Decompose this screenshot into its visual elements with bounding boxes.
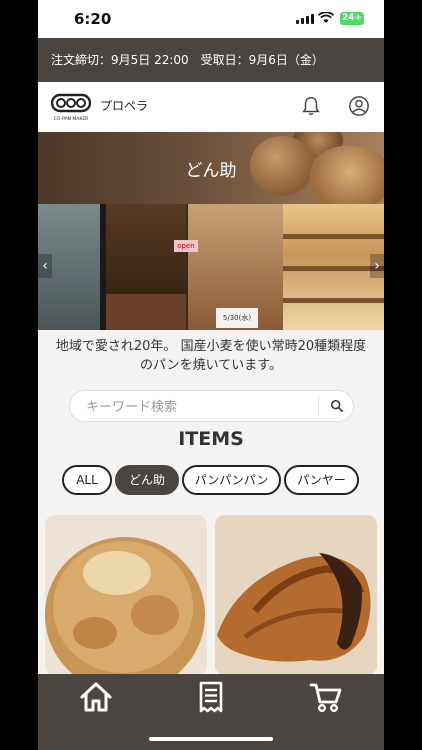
shop-description: 地域で愛され20年。 国産小麦を使い常時20種類程度のパンを焼いています。 <box>55 339 367 373</box>
order-deadline-notice: 注文締切：9月5日 22:00 受取日：9月6日（金） <box>38 38 384 82</box>
category-chip-donsuke[interactable]: どん助 <box>115 465 179 495</box>
bottom-navigation <box>38 674 384 750</box>
shop-photo-carousel[interactable]: open 5/30(水) ‹ › <box>38 204 384 330</box>
category-chip-all[interactable]: ALL <box>62 465 112 495</box>
search-divider <box>318 397 319 415</box>
cart-icon[interactable] <box>309 680 343 714</box>
bell-icon[interactable] <box>300 95 322 117</box>
carousel-prev-icon[interactable]: ‹ <box>38 254 52 278</box>
wifi-icon <box>318 12 334 23</box>
account-icon[interactable] <box>348 95 370 117</box>
shop-name: プロペラ <box>100 99 149 113</box>
home-indicator <box>149 737 273 741</box>
shop-banner: どん助 <box>38 132 384 204</box>
croissant-image <box>215 515 377 675</box>
price-card: 5/30(水) <box>216 308 258 328</box>
category-chip-panpanpan[interactable]: パンパンパン <box>182 465 281 495</box>
home-icon[interactable] <box>79 680 113 714</box>
signal-icon <box>296 14 314 24</box>
status-time: 6:20 <box>74 10 112 28</box>
logo-text: CO-PAN MAKER <box>54 116 89 122</box>
logo-icon: CO-PAN MAKER <box>51 93 91 122</box>
app-screen: 6:20 24+ 注文締切：9月5日 22:00 受取日：9月6日（金） CO-… <box>38 0 384 750</box>
carousel-next-icon[interactable]: › <box>370 254 384 278</box>
battery-indicator: 24+ <box>340 12 364 25</box>
search-bar <box>69 390 354 422</box>
app-header: CO-PAN MAKER プロペラ <box>38 82 384 132</box>
items-heading: ITEMS <box>178 428 244 450</box>
product-card[interactable] <box>45 515 207 675</box>
category-chip-panya[interactable]: パンヤー <box>284 465 359 495</box>
search-icon[interactable] <box>330 399 344 413</box>
search-input[interactable] <box>84 397 308 417</box>
receipt-icon[interactable] <box>194 680 228 714</box>
status-bar: 6:20 24+ <box>38 0 384 38</box>
product-card[interactable] <box>215 515 377 675</box>
open-sign: open <box>174 240 198 252</box>
banner-title: どん助 <box>185 161 237 181</box>
scone-image <box>45 515 207 675</box>
